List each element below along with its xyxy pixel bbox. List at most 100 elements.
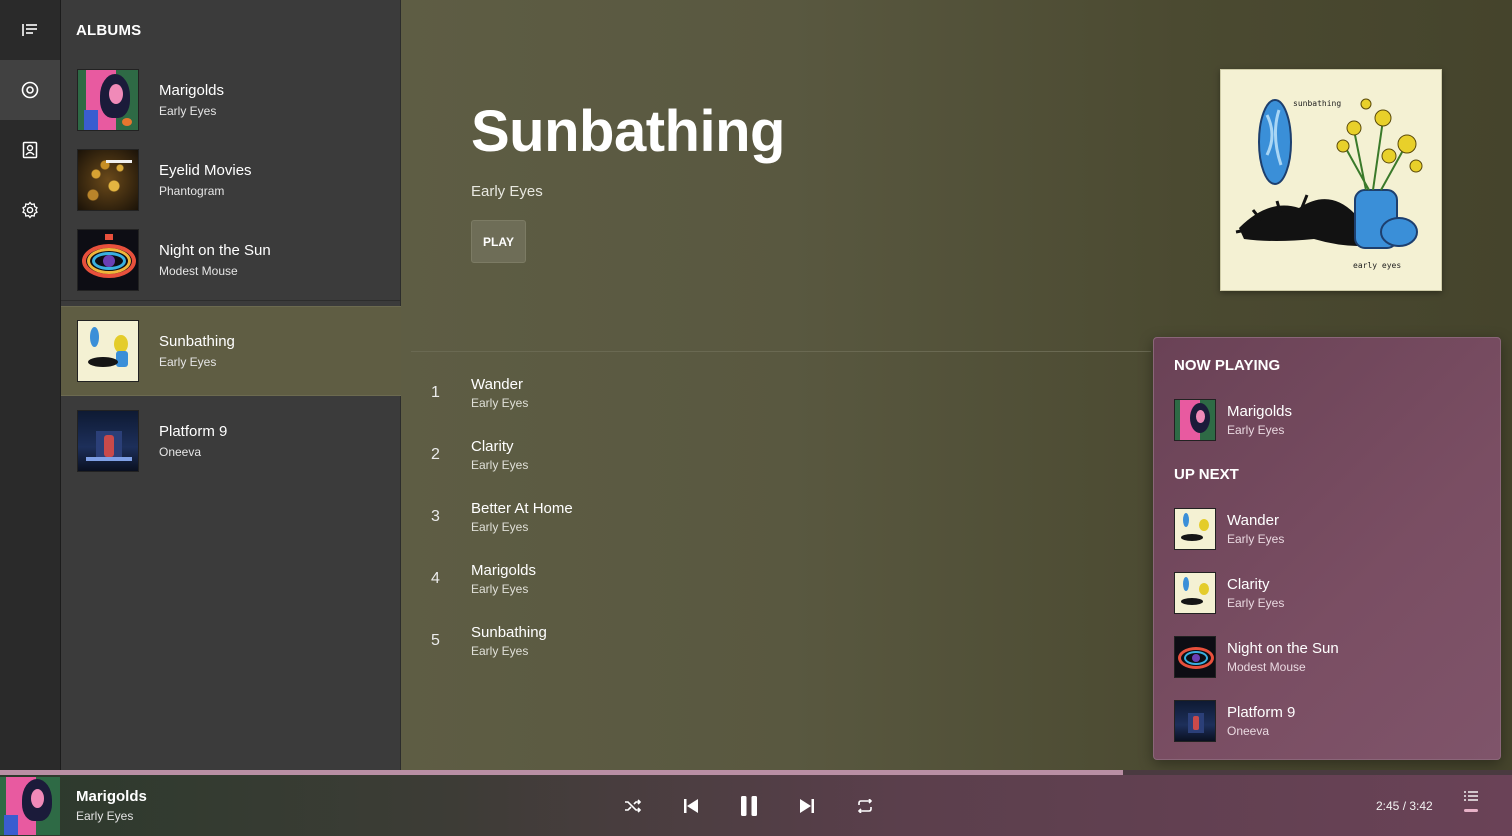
track-artist: Early Eyes	[471, 644, 529, 658]
album-name: Night on the Sun	[159, 242, 271, 259]
list-icon	[22, 24, 37, 36]
track-number: 4	[431, 570, 440, 587]
play-button[interactable]: PLAY	[471, 220, 526, 263]
queue-title: Night on the Sun	[1227, 640, 1339, 657]
album-cover	[77, 149, 139, 211]
now-playing-cover	[0, 777, 60, 835]
skip-previous-icon	[684, 799, 698, 813]
queue-cover	[1174, 700, 1216, 742]
track-number: 3	[431, 508, 440, 525]
rail-settings-button[interactable]	[0, 180, 60, 240]
queue-artist: Early Eyes	[1227, 423, 1285, 437]
queue-item[interactable]: Clarity Early Eyes	[1174, 561, 1480, 625]
queue-item[interactable]: Platform 9 Oneeva	[1174, 689, 1480, 753]
queue-cover	[1174, 508, 1216, 550]
queue-item-now-playing[interactable]: Marigolds Early Eyes	[1174, 388, 1480, 452]
album-artist: Modest Mouse	[159, 264, 238, 278]
album-item-platform-9[interactable]: Platform 9 Oneeva	[61, 401, 400, 481]
album-cover	[77, 410, 139, 472]
skip-next-icon	[800, 799, 814, 813]
queue-cover	[1174, 636, 1216, 678]
album-cover-large: sunbathing early eyes	[1220, 69, 1442, 291]
track-number: 2	[431, 446, 440, 463]
playback-controls	[615, 788, 883, 824]
albums-sidebar: ALBUMS Marigolds Early Eyes Eyelid Movie…	[61, 0, 411, 770]
contacts-icon	[22, 141, 38, 159]
album-item-night-on-the-sun[interactable]: Night on the Sun Modest Mouse	[61, 220, 400, 300]
track-artist: Early Eyes	[471, 458, 529, 472]
queue-toggle-button[interactable]	[1458, 791, 1484, 823]
player-bar: Marigolds Early Eyes 2:45 / 3:42	[0, 775, 1512, 836]
settings-icon	[22, 201, 38, 219]
now-playing-heading: NOW PLAYING	[1174, 357, 1281, 374]
album-artist-name: Early Eyes	[471, 183, 543, 200]
album-title: Sunbathing	[471, 99, 785, 164]
queue-artist: Modest Mouse	[1227, 660, 1306, 674]
track-number: 1	[431, 384, 440, 401]
queue-artist: Oneeva	[1227, 724, 1270, 738]
cover-text-title: sunbathing	[1293, 99, 1342, 108]
album-artist: Phantogram	[159, 184, 225, 198]
queue-panel: NOW PLAYING Marigolds Early Eyes UP NEXT…	[1153, 337, 1501, 760]
album-cover	[77, 69, 139, 131]
album-name: Sunbathing	[159, 333, 235, 350]
queue-list-icon	[1464, 791, 1478, 801]
rail-artists-button[interactable]	[0, 120, 60, 180]
up-next-heading: UP NEXT	[1174, 466, 1239, 483]
queue-cover	[1174, 399, 1216, 441]
album-item-eyelid-movies[interactable]: Eyelid Movies Phantogram	[61, 140, 400, 220]
album-name: Platform 9	[159, 423, 228, 440]
queue-title: Wander	[1227, 512, 1279, 529]
track-title: Wander	[471, 376, 523, 393]
queue-item[interactable]: Wander Early Eyes	[1174, 497, 1480, 561]
track-artist: Early Eyes	[471, 396, 529, 410]
track-row[interactable]: 3 Better At Home Early Eyes	[431, 486, 1131, 548]
queue-cover	[1174, 572, 1216, 614]
playback-time: 2:45 / 3:42	[1376, 799, 1433, 813]
album-artist: Early Eyes	[159, 104, 217, 118]
rail-list-button[interactable]	[0, 0, 60, 60]
album-cover	[77, 320, 139, 382]
queue-active-indicator	[1464, 809, 1478, 812]
disc-icon	[21, 81, 39, 99]
nav-rail	[0, 0, 61, 770]
album-artist: Oneeva	[159, 445, 202, 459]
repeat-button[interactable]	[847, 788, 883, 824]
track-title: Clarity	[471, 438, 514, 455]
queue-title: Marigolds	[1227, 403, 1293, 420]
queue-item[interactable]: Night on the Sun Modest Mouse	[1174, 625, 1480, 689]
album-name: Marigolds	[159, 82, 225, 99]
track-row[interactable]: 2 Clarity Early Eyes	[431, 424, 1131, 486]
cover-text-artist: early eyes	[1353, 261, 1402, 270]
tracklist-divider	[411, 351, 1151, 352]
repeat-icon	[857, 799, 873, 813]
track-list: 1 Wander Early Eyes 2 Clarity Early Eyes…	[431, 362, 1131, 672]
previous-button[interactable]	[673, 788, 709, 824]
rail-albums-button[interactable]	[0, 60, 60, 120]
track-number: 5	[431, 632, 440, 649]
now-playing-artist: Early Eyes	[76, 809, 134, 823]
divider	[61, 300, 400, 301]
album-item-marigolds[interactable]: Marigolds Early Eyes	[61, 60, 400, 140]
next-button[interactable]	[789, 788, 825, 824]
pause-button[interactable]	[731, 788, 767, 824]
track-title: Sunbathing	[471, 624, 547, 641]
track-row[interactable]: 4 Marigolds Early Eyes	[431, 548, 1131, 610]
track-title: Better At Home	[471, 500, 573, 517]
now-playing-title: Marigolds	[76, 788, 147, 805]
album-cover	[77, 229, 139, 291]
track-row[interactable]: 1 Wander Early Eyes	[431, 362, 1131, 424]
queue-artist: Early Eyes	[1227, 596, 1285, 610]
shuffle-icon	[625, 799, 642, 813]
album-item-sunbathing[interactable]: Sunbathing Early Eyes	[61, 306, 411, 396]
queue-artist: Early Eyes	[1227, 532, 1285, 546]
shuffle-button[interactable]	[615, 788, 651, 824]
queue-title: Platform 9	[1227, 704, 1296, 721]
pause-icon	[741, 796, 757, 816]
track-artist: Early Eyes	[471, 582, 529, 596]
queue-title: Clarity	[1227, 576, 1270, 593]
albums-heading: ALBUMS	[76, 21, 142, 39]
track-title: Marigolds	[471, 562, 537, 579]
album-name: Eyelid Movies	[159, 162, 252, 179]
track-row[interactable]: 5 Sunbathing Early Eyes	[431, 610, 1131, 672]
